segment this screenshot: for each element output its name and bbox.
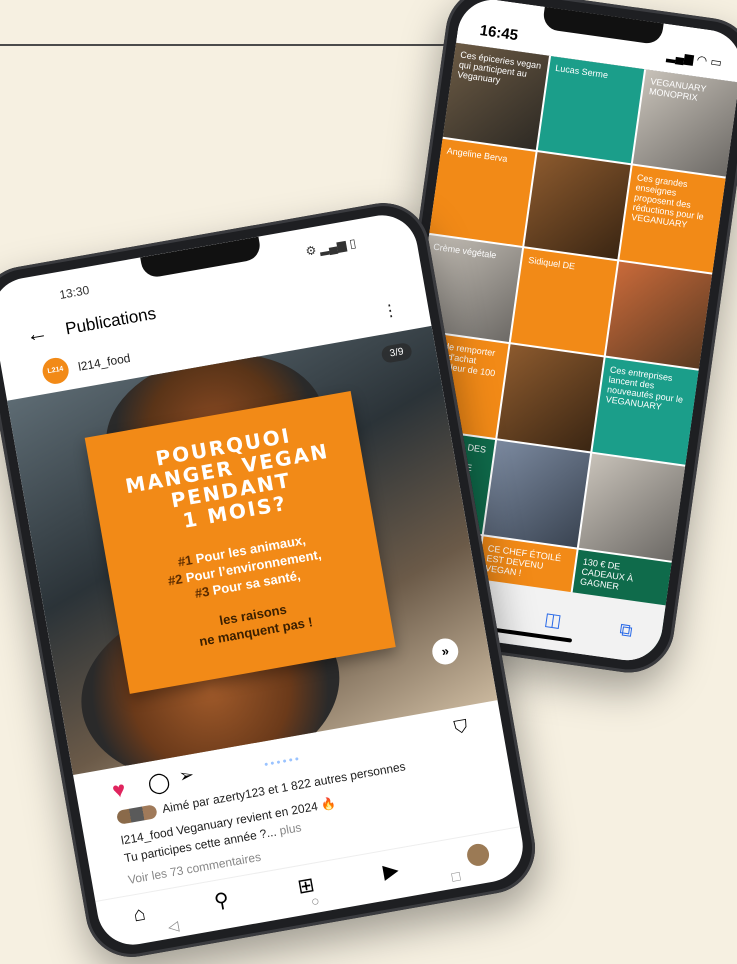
- liker-avatars: [115, 803, 158, 825]
- more-link[interactable]: plus: [275, 820, 302, 838]
- comment-icon[interactable]: ◯: [146, 768, 172, 797]
- carousel-dots: ●●●●●●: [263, 755, 302, 769]
- post-image[interactable]: 3/9 POURQUOI MANGER VEGAN PENDANT 1 MOIS…: [7, 325, 498, 775]
- nav-back-icon[interactable]: ◁: [167, 917, 181, 936]
- bookmark-icon[interactable]: ⛉: [452, 716, 469, 739]
- back-arrow-icon[interactable]: ←: [24, 319, 50, 348]
- grid-post-tile[interactable]: Ces entreprises lancent des nouveautés p…: [592, 357, 699, 465]
- grid-post-tile[interactable]: Ces grandes enseignes proposent des rédu…: [619, 165, 726, 273]
- grid-post-tile[interactable]: Lucas Serme: [537, 56, 645, 164]
- bookmarks-icon[interactable]: ◫: [543, 608, 563, 631]
- grid-post-tile[interactable]: [605, 261, 713, 369]
- nav-home-icon[interactable]: ○: [310, 892, 321, 909]
- grid-post-tile[interactable]: [524, 152, 631, 260]
- more-options-icon[interactable]: ⋮: [381, 300, 400, 322]
- post-text-card: POURQUOI MANGER VEGAN PENDANT 1 MOIS? #1…: [84, 390, 396, 694]
- page-title: Publications: [63, 303, 158, 339]
- status-icons: ⚙ ▂▄▆ ▯: [304, 235, 358, 259]
- grid-post-tile[interactable]: [497, 344, 604, 452]
- status-icons: ▂▄▆ ◠ ▭: [665, 48, 723, 70]
- next-slide-icon[interactable]: »: [430, 636, 461, 667]
- status-time: 16:45: [478, 22, 520, 45]
- nav-recents-icon[interactable]: □: [450, 867, 461, 884]
- username[interactable]: l214_food: [77, 351, 131, 374]
- divider-line: [0, 44, 520, 46]
- slide-counter: 3/9: [380, 341, 413, 364]
- grid-post-tile[interactable]: VEGANUARY MONOPRIX: [632, 69, 737, 177]
- status-time: 13:30: [58, 282, 91, 302]
- grid-post-tile[interactable]: Sidiquel DE: [510, 248, 618, 356]
- send-icon[interactable]: ➢: [177, 764, 196, 787]
- avatar[interactable]: L214 FOOD: [40, 355, 71, 401]
- like-heart-icon[interactable]: ♥: [110, 776, 127, 804]
- tabs-icon[interactable]: ⧉: [618, 619, 634, 642]
- grid-post-tile[interactable]: [578, 453, 686, 561]
- grid-post-tile[interactable]: Angeline Berva: [429, 138, 536, 246]
- grid-post-tile[interactable]: Ces épiceries vegan qui participent au V…: [442, 42, 550, 150]
- grid-post-tile[interactable]: [483, 440, 591, 548]
